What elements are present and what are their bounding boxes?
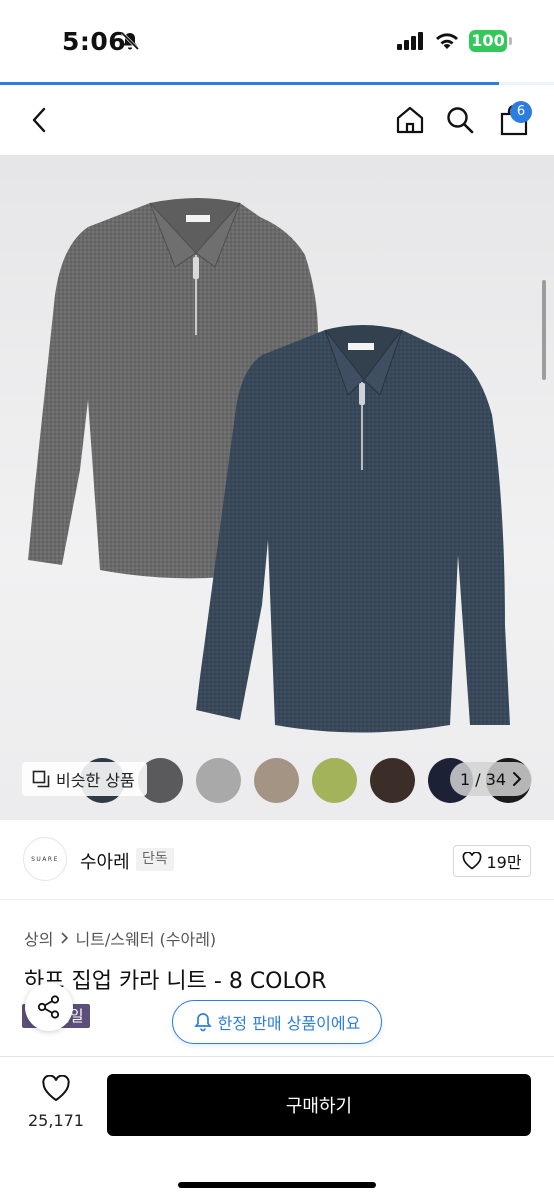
chevron-right-icon [513, 772, 522, 786]
home-icon [396, 106, 424, 134]
bell-icon [193, 1013, 212, 1032]
share-icon [37, 995, 60, 1019]
breadcrumb-item-category[interactable]: 니트/스웨터 (수아레) [75, 926, 216, 950]
silent-bell-icon [120, 31, 140, 55]
heart-icon [463, 852, 482, 870]
brand-logo[interactable]: SUARE [23, 837, 67, 881]
battery-cap [509, 37, 512, 45]
similar-products-button[interactable]: 비슷한 상품 [22, 762, 147, 796]
cart-count-badge: 6 [510, 101, 532, 123]
home-button[interactable] [390, 85, 430, 155]
color-swatch[interactable] [370, 758, 415, 803]
image-pager[interactable]: 1 / 34 [450, 762, 532, 796]
exclusive-badge: 단독 [136, 848, 174, 871]
scroll-indicator [542, 280, 546, 380]
breadcrumb: 상의 니트/스웨터 (수아레) [24, 926, 216, 950]
similar-products-label: 비슷한 상품 [56, 771, 135, 790]
battery-indicator: 100 [469, 30, 507, 52]
wifi-icon [434, 31, 460, 55]
brand-like-count: 19만 [486, 853, 522, 872]
search-button[interactable] [440, 85, 480, 155]
search-icon [447, 107, 474, 134]
image-pager-count: 1 / 34 [460, 769, 507, 789]
status-time: 5:06 [62, 27, 127, 56]
chevron-right-icon [61, 932, 69, 944]
wishlist-button[interactable]: 25,171 [24, 1074, 88, 1130]
product-image-gallery[interactable]: 비슷한 상품 1 / 34 [0, 155, 554, 820]
home-indicator [178, 1182, 376, 1188]
product-page: 5:06 100 6 비슷한 상품 1 / 34 SUARE 수아레 단독 19… [0, 0, 554, 1200]
blue-sweater [196, 325, 510, 733]
breadcrumb-item-top[interactable]: 상의 [24, 926, 53, 950]
chevron-left-icon [32, 107, 46, 133]
bottom-action-bar: 25,171 구매하기 [0, 1056, 554, 1200]
brand-row: SUARE 수아레 단독 19만 [0, 820, 554, 900]
product-title: 하프 집업 카라 니트 - 8 COLOR [24, 969, 327, 994]
share-button[interactable] [25, 983, 73, 1031]
copy-squares-icon [32, 770, 50, 788]
color-swatch[interactable] [312, 758, 357, 803]
cart-button[interactable]: 6 [492, 85, 536, 155]
back-button[interactable] [20, 85, 60, 155]
heart-icon [42, 1074, 70, 1102]
wishlist-count: 25,171 [28, 1111, 84, 1130]
top-nav: 6 [0, 85, 554, 155]
brand-name[interactable]: 수아레 [80, 848, 130, 874]
cellular-signal-icon [397, 32, 425, 54]
brand-like-button[interactable]: 19만 [453, 845, 531, 877]
color-swatch[interactable] [254, 758, 299, 803]
product-photo [28, 198, 510, 733]
color-swatch[interactable] [196, 758, 241, 803]
limited-sale-notice[interactable]: 한정 판매 상품이에요 [172, 1000, 382, 1044]
buy-button[interactable]: 구매하기 [107, 1074, 531, 1136]
status-bar: 5:06 100 [0, 0, 554, 82]
limited-sale-text: 한정 판매 상품이에요 [217, 1014, 361, 1033]
